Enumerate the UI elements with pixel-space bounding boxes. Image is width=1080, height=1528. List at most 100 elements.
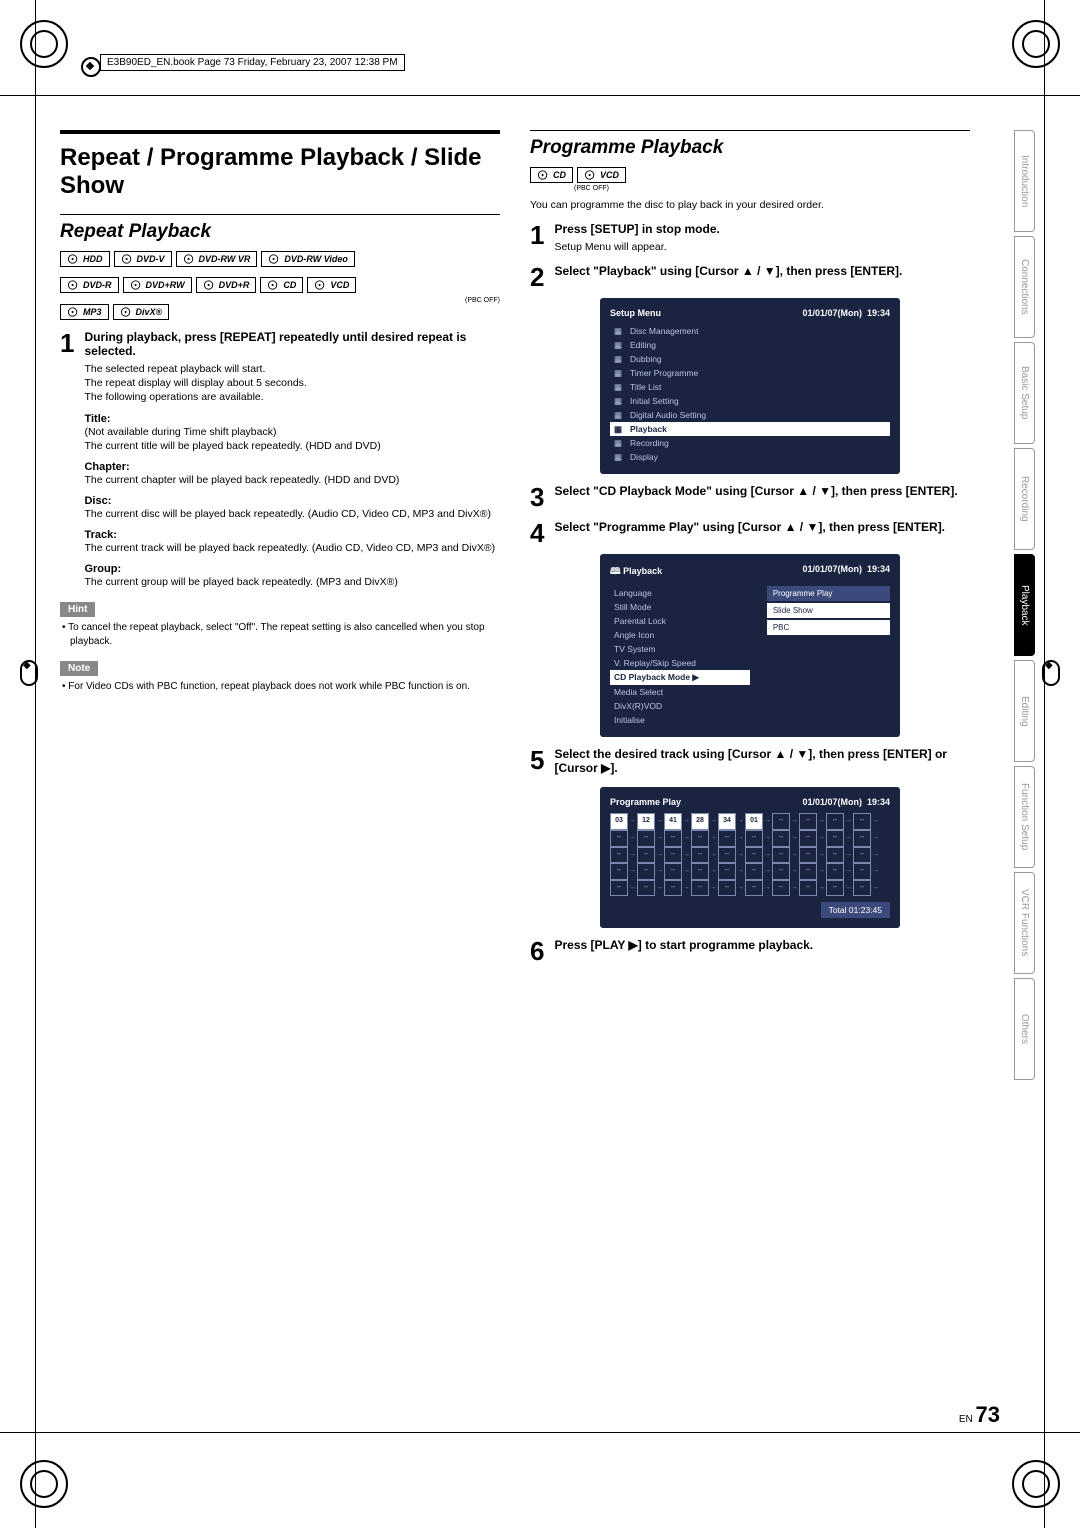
playback-screen: 🕮 Playback01/01/07(Mon) 19:34LanguageSti… — [600, 554, 900, 737]
disc-icons-row3: MP3DivX® — [60, 304, 500, 320]
prog-cell: -- — [664, 880, 682, 897]
crop-mark — [1012, 20, 1060, 68]
step-body: The selected repeat playback will start.… — [84, 362, 500, 405]
tab-function-setup[interactable]: Function Setup — [1014, 766, 1035, 868]
prog-total: Total 01:23:45 — [821, 902, 890, 918]
disc-icon-dvd-rw: DVD+RW — [123, 277, 192, 293]
disc-icon-divx-: DivX® — [113, 304, 170, 320]
crop-mark — [20, 1460, 68, 1508]
prog-cell: -- — [610, 880, 628, 897]
prog-cell: -- — [826, 863, 844, 880]
disc-icon-vcd: VCD — [577, 167, 626, 183]
menu-item: Language — [610, 586, 750, 600]
prog-cell: -- — [853, 830, 871, 847]
disc-icon-dvd-v: DVD-V — [114, 251, 172, 267]
menu-item: Still Mode — [610, 600, 750, 614]
tab-basic-setup[interactable]: Basic Setup — [1014, 342, 1035, 444]
prog-cell: 34 — [718, 813, 736, 830]
menu-item: ▦Recording — [610, 436, 890, 450]
book-header: E3B90ED_EN.book Page 73 Friday, February… — [100, 54, 405, 71]
menu-item: ▦Initial Setting — [610, 394, 890, 408]
book-header-text: E3B90ED_EN.book Page 73 Friday, February… — [107, 57, 398, 68]
prog-cell: -- — [637, 880, 655, 897]
tab-editing[interactable]: Editing — [1014, 660, 1035, 762]
disc-icon-dvd-r: DVD-R — [60, 277, 119, 293]
cut-line — [1044, 0, 1045, 1528]
submenu-item: PBC — [767, 620, 890, 635]
prog-cell: -- — [718, 830, 736, 847]
prog-cell: -- — [637, 830, 655, 847]
menu-item: V. Replay/Skip Speed — [610, 656, 750, 670]
step-number: 4 — [530, 520, 544, 546]
para-title: Track: — [84, 529, 500, 541]
prog-cell: 41 — [664, 813, 682, 830]
menu-item: ▦Display — [610, 450, 890, 464]
prog-cell: -- — [637, 863, 655, 880]
menu-item: ▦Title List — [610, 380, 890, 394]
prog-cell: -- — [718, 880, 736, 897]
prog-cell: -- — [772, 880, 790, 897]
prog-cell: -- — [799, 863, 817, 880]
prog-cell: -- — [691, 847, 709, 864]
cut-line — [35, 0, 36, 1528]
submenu-item: Slide Show — [767, 603, 890, 618]
prog-pbc-note: (PBC OFF) — [574, 185, 970, 192]
registration-mark — [1042, 660, 1060, 686]
menu-item: CD Playback Mode ▶ — [610, 670, 750, 685]
step-number: 3 — [530, 484, 544, 510]
para-text: The current disc will be played back rep… — [84, 507, 500, 521]
step-number: 2 — [530, 264, 544, 290]
menu-item: Angle Icon — [610, 628, 750, 642]
prog-cell: -- — [799, 830, 817, 847]
cut-line — [0, 1432, 1080, 1433]
prog-cell: -- — [799, 813, 817, 830]
prog-cell: -- — [664, 830, 682, 847]
step-title: Press [SETUP] in stop mode. — [554, 222, 970, 236]
tab-introduction[interactable]: Introduction — [1014, 130, 1035, 232]
tab-recording[interactable]: Recording — [1014, 448, 1035, 550]
tab-vcr-functions[interactable]: VCR Functions — [1014, 872, 1035, 974]
subsection-repeat: Repeat Playback — [60, 221, 500, 243]
menu-item: TV System — [610, 642, 750, 656]
step-number: 6 — [530, 938, 544, 964]
tab-others[interactable]: Others — [1014, 978, 1035, 1080]
prog-cell: 01 — [745, 813, 763, 830]
crop-mark — [1012, 1460, 1060, 1508]
prog-cell: -- — [772, 830, 790, 847]
prog-cell: -- — [826, 830, 844, 847]
tab-connections[interactable]: Connections — [1014, 236, 1035, 338]
tab-playback[interactable]: Playback — [1014, 554, 1035, 656]
prog-cell: -- — [826, 813, 844, 830]
page-num: 73 — [976, 1402, 1000, 1427]
step-number: 5 — [530, 747, 544, 779]
disc-icon-hdd: HDD — [60, 251, 110, 267]
step-number: 1 — [60, 330, 74, 590]
menu-item: ▦Timer Programme — [610, 366, 890, 380]
prog-cell: -- — [772, 847, 790, 864]
menu-item: Initialise — [610, 713, 750, 727]
step-title: Select "Programme Play" using [Cursor ▲ … — [554, 520, 970, 534]
submenu-item: Programme Play — [767, 586, 890, 601]
prog-cell: -- — [691, 863, 709, 880]
prog-cell: 28 — [691, 813, 709, 830]
prog-cell: 12 — [637, 813, 655, 830]
page-en: EN — [959, 1414, 973, 1425]
para-text: The current group will be played back re… — [84, 575, 500, 589]
disc-icons-row1: HDDDVD-VDVD-RW VRDVD-RW Video — [60, 251, 500, 267]
menu-item: ▦Disc Management — [610, 324, 890, 338]
hint-label: Hint — [60, 602, 95, 617]
step-title: Press [PLAY ▶] to start programme playba… — [554, 938, 970, 952]
prog-intro: You can programme the disc to play back … — [530, 198, 970, 212]
note-text: • For Video CDs with PBC function, repea… — [60, 680, 500, 694]
prog-cell: -- — [718, 863, 736, 880]
step-title: During playback, press [REPEAT] repeated… — [84, 330, 500, 358]
subsection-programme: Programme Playback — [530, 137, 970, 159]
prog-disc-icons: CDVCD — [530, 167, 970, 183]
prog-cell: -- — [745, 830, 763, 847]
para-text: The current chapter will be played back … — [84, 473, 500, 487]
prog-cell: -- — [772, 813, 790, 830]
programme-play-screen: Programme Play01/01/07(Mon) 19:3403→12→4… — [600, 787, 900, 928]
disc-icon-vcd: VCD — [307, 277, 356, 293]
disc-icon-dvd-rw-video: DVD-RW Video — [261, 251, 355, 267]
prog-cell: -- — [745, 880, 763, 897]
